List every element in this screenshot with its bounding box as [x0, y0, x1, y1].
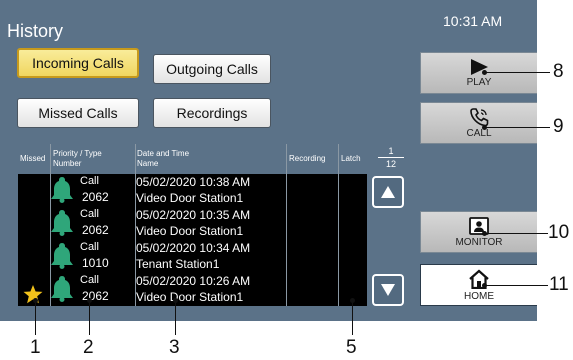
callout-8: 8	[553, 61, 564, 82]
call-datetime: 05/02/2020 10:34 AM	[136, 241, 251, 255]
call-type: Call	[80, 175, 99, 187]
callout-dot-11	[482, 283, 487, 288]
bell-icon	[51, 177, 73, 203]
col-priority-type: Priority / Type Number	[51, 144, 135, 174]
station-name: Tenant Station1	[136, 257, 220, 271]
callout-leader-2	[89, 300, 90, 335]
callout-leader-3	[175, 300, 176, 335]
station-number: 2062	[82, 190, 109, 204]
call-datetime: 05/02/2020 10:38 AM	[136, 175, 251, 189]
call-type: Call	[80, 274, 99, 286]
callout-dot-2	[87, 298, 92, 303]
callout-dot-10	[482, 231, 487, 236]
station-name: Video Door Station1	[136, 290, 244, 304]
col-missed: Missed	[18, 144, 50, 174]
table-row[interactable]: Call 2062 05/02/2020 10:38 AM Video Door…	[18, 174, 367, 207]
callout-dot-3	[173, 298, 178, 303]
phone-icon	[470, 107, 489, 126]
col-priority-label: Priority / Type	[53, 149, 102, 158]
callout-1: 1	[30, 337, 41, 358]
callout-9: 9	[553, 116, 564, 137]
station-name: Video Door Station1	[136, 224, 244, 238]
callout-leader-1	[35, 300, 36, 335]
down-arrow-icon	[381, 284, 395, 296]
column-divider	[50, 144, 51, 306]
play-label: PLAY	[466, 76, 492, 88]
page-current: 1	[388, 146, 394, 156]
station-number: 2062	[82, 223, 109, 237]
up-arrow-icon	[381, 186, 395, 198]
home-label: HOME	[464, 290, 494, 302]
callout-2: 2	[83, 337, 94, 358]
column-divider	[286, 144, 287, 306]
table-row[interactable]: Call 2062 05/02/2020 10:26 AM Video Door…	[18, 273, 367, 306]
callout-leader-8	[484, 72, 550, 73]
tab-outgoing-calls[interactable]: Outgoing Calls	[153, 54, 271, 84]
tab-missed-calls[interactable]: Missed Calls	[17, 98, 139, 128]
call-type: Call	[80, 241, 99, 253]
page-title: History	[7, 21, 64, 41]
callout-dot-8	[482, 70, 487, 75]
callout-dot-5	[350, 298, 355, 303]
callout-5: 5	[346, 337, 357, 358]
call-button[interactable]: CALL	[420, 102, 537, 144]
col-datetime-label: Date and Time	[137, 149, 190, 158]
call-label: CALL	[466, 127, 492, 139]
history-table: Call 2062 05/02/2020 10:38 AM Video Door…	[18, 174, 367, 306]
station-number: 1010	[82, 256, 109, 270]
call-datetime: 05/02/2020 10:26 AM	[136, 274, 251, 288]
callout-3: 3	[169, 337, 180, 358]
station-number: 2062	[82, 289, 109, 303]
callout-dot-9	[482, 125, 487, 130]
callout-leader-10	[484, 233, 548, 234]
page-divider	[378, 157, 404, 158]
tab-incoming-calls[interactable]: Incoming Calls	[17, 48, 139, 78]
monitor-button[interactable]: MONITOR	[420, 211, 537, 253]
scroll-up-button[interactable]	[372, 176, 404, 208]
play-button[interactable]: PLAY	[420, 52, 537, 94]
page-indicator: 1 12	[378, 146, 404, 169]
callout-10: 10	[548, 222, 570, 243]
table-row[interactable]: Call 1010 05/02/2020 10:34 AM Tenant Sta…	[18, 240, 367, 273]
column-divider	[135, 144, 136, 306]
col-latch: Latch	[339, 144, 367, 174]
call-datetime: 05/02/2020 10:35 AM	[136, 208, 251, 222]
monitor-label: MONITOR	[455, 236, 503, 248]
bell-icon	[51, 210, 73, 236]
col-datetime: Date and Time Name	[135, 144, 286, 174]
bell-icon	[51, 276, 73, 302]
column-divider	[338, 144, 339, 306]
call-type: Call	[80, 208, 99, 220]
page-total: 12	[385, 159, 396, 169]
callout-11: 11	[549, 274, 569, 295]
col-name-label: Name	[137, 159, 159, 168]
history-screen: History 10:31 AM Incoming Calls Outgoing…	[0, 0, 537, 321]
table-row[interactable]: Call 2062 05/02/2020 10:35 AM Video Door…	[18, 207, 367, 240]
station-name: Video Door Station1	[136, 191, 244, 205]
tab-recordings[interactable]: Recordings	[153, 98, 271, 128]
callout-dot-1	[33, 298, 38, 303]
scroll-down-button[interactable]	[372, 274, 404, 306]
clock: 10:31 AM	[443, 13, 503, 29]
callout-leader-5	[352, 300, 353, 335]
col-number-label: Number	[53, 159, 82, 168]
col-recording: Recording	[287, 144, 338, 174]
bell-icon	[51, 243, 73, 269]
callout-leader-11	[484, 285, 548, 286]
callout-leader-9	[484, 127, 550, 128]
